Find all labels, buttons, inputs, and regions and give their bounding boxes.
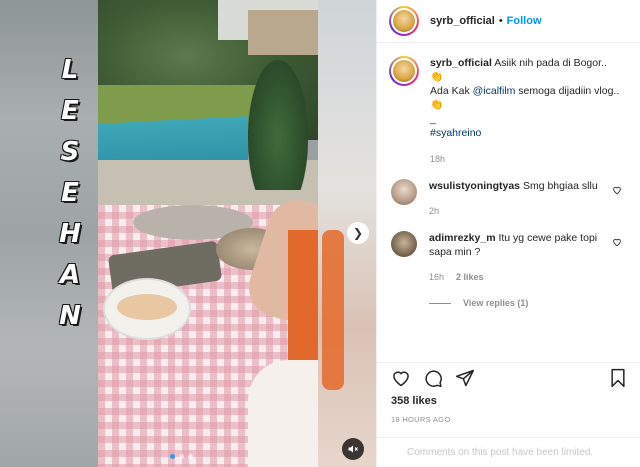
comments-section: syrb_official Asiik nih pada di Bogor.. … (389, 56, 632, 308)
comment-time[interactable]: 16h (429, 270, 444, 284)
comments-limited-notice: Comments on this post have been limited. (377, 437, 640, 467)
caption-time[interactable]: 18h (430, 152, 630, 166)
blurred-orange-shape (322, 230, 344, 390)
overlay-letter: S (60, 137, 80, 167)
avatar[interactable] (391, 179, 417, 205)
hashtag-link[interactable]: #syahreino (430, 126, 630, 140)
food-bowl (103, 278, 191, 340)
comment-username[interactable]: wsulistyoningtyas (429, 180, 520, 192)
comment-item: adimrezky_m Itu yg cewe pake topi sapa m… (389, 231, 632, 284)
actions-divider (377, 362, 640, 363)
post-media[interactable]: L E S E H A N ❯ (0, 0, 376, 467)
likes-count[interactable]: 358 likes (391, 395, 437, 407)
overlay-letter: E (61, 96, 79, 126)
mention-link[interactable]: @icalfilm (473, 85, 516, 97)
building (248, 10, 318, 55)
caption-line-1: Asiik nih pada di Bogor.. (494, 57, 607, 69)
heart-icon (393, 371, 409, 387)
action-bar (389, 366, 630, 390)
share-icon (455, 369, 475, 387)
avatar[interactable] (391, 231, 417, 257)
bookmark-icon (611, 368, 625, 388)
carousel-dot (188, 454, 193, 459)
separator-dot: • (498, 15, 503, 27)
follow-button[interactable]: Follow (507, 15, 542, 27)
overlay-letter: H (59, 219, 81, 249)
overlay-letter: E (61, 178, 79, 208)
caption-line-2-start: Ada Kak (430, 85, 473, 97)
avatar[interactable] (389, 56, 419, 86)
comment-text: Smg bhgiaa sllu (522, 180, 598, 192)
caption-username[interactable]: syrb_official (430, 57, 492, 69)
view-replies-label: View replies (1) (463, 298, 529, 308)
view-replies-button[interactable]: View replies (1) (429, 298, 632, 308)
avatar[interactable] (389, 6, 419, 36)
post-side-panel: syrb_official • Follow syrb_official Asi… (376, 0, 640, 467)
comment-like-heart-icon[interactable] (612, 185, 622, 195)
caption-dash: _ (430, 113, 436, 125)
post-header: syrb_official • Follow (377, 0, 640, 43)
clap-emoji-icon: 👏 (430, 71, 444, 83)
overlay-letter: L (61, 55, 79, 85)
replies-divider (429, 302, 451, 304)
overlay-letter: A (59, 260, 81, 290)
overlay-letter: N (59, 301, 81, 331)
overlay-text-lesehan: L E S E H A N (55, 55, 85, 342)
chevron-right-icon: ❯ (352, 226, 364, 240)
white-clothing (248, 360, 318, 467)
clap-emoji-icon: 👏 (430, 99, 444, 111)
comment-icon (425, 370, 442, 388)
carousel-indicator (170, 454, 193, 459)
carousel-dot-active (170, 454, 175, 459)
speaker-muted-icon (348, 445, 358, 453)
save-button[interactable] (606, 366, 630, 390)
share-button[interactable] (453, 366, 477, 390)
comment-button[interactable] (421, 366, 445, 390)
potted-plant (248, 60, 308, 190)
comment-likes[interactable]: 2 likes (456, 270, 484, 284)
carousel-dot (179, 454, 184, 459)
video-frame[interactable] (98, 0, 318, 467)
caption-line-2-end: semoga dijadiin vlog.. (515, 85, 620, 97)
comment-like-heart-icon[interactable] (612, 237, 622, 247)
audio-toggle-button[interactable] (342, 438, 364, 460)
comment-item: wsulistyoningtyas Smg bhgiaa sllu 2h (389, 179, 632, 218)
post-caption: syrb_official Asiik nih pada di Bogor.. … (389, 56, 632, 166)
carousel-next-button[interactable]: ❯ (347, 222, 369, 244)
like-button[interactable] (389, 366, 413, 390)
post-timestamp[interactable]: 18 HOURS AGO (391, 415, 450, 424)
comment-username[interactable]: adimrezky_m (429, 232, 496, 244)
header-username[interactable]: syrb_official (430, 15, 495, 27)
comment-time[interactable]: 2h (429, 204, 439, 218)
